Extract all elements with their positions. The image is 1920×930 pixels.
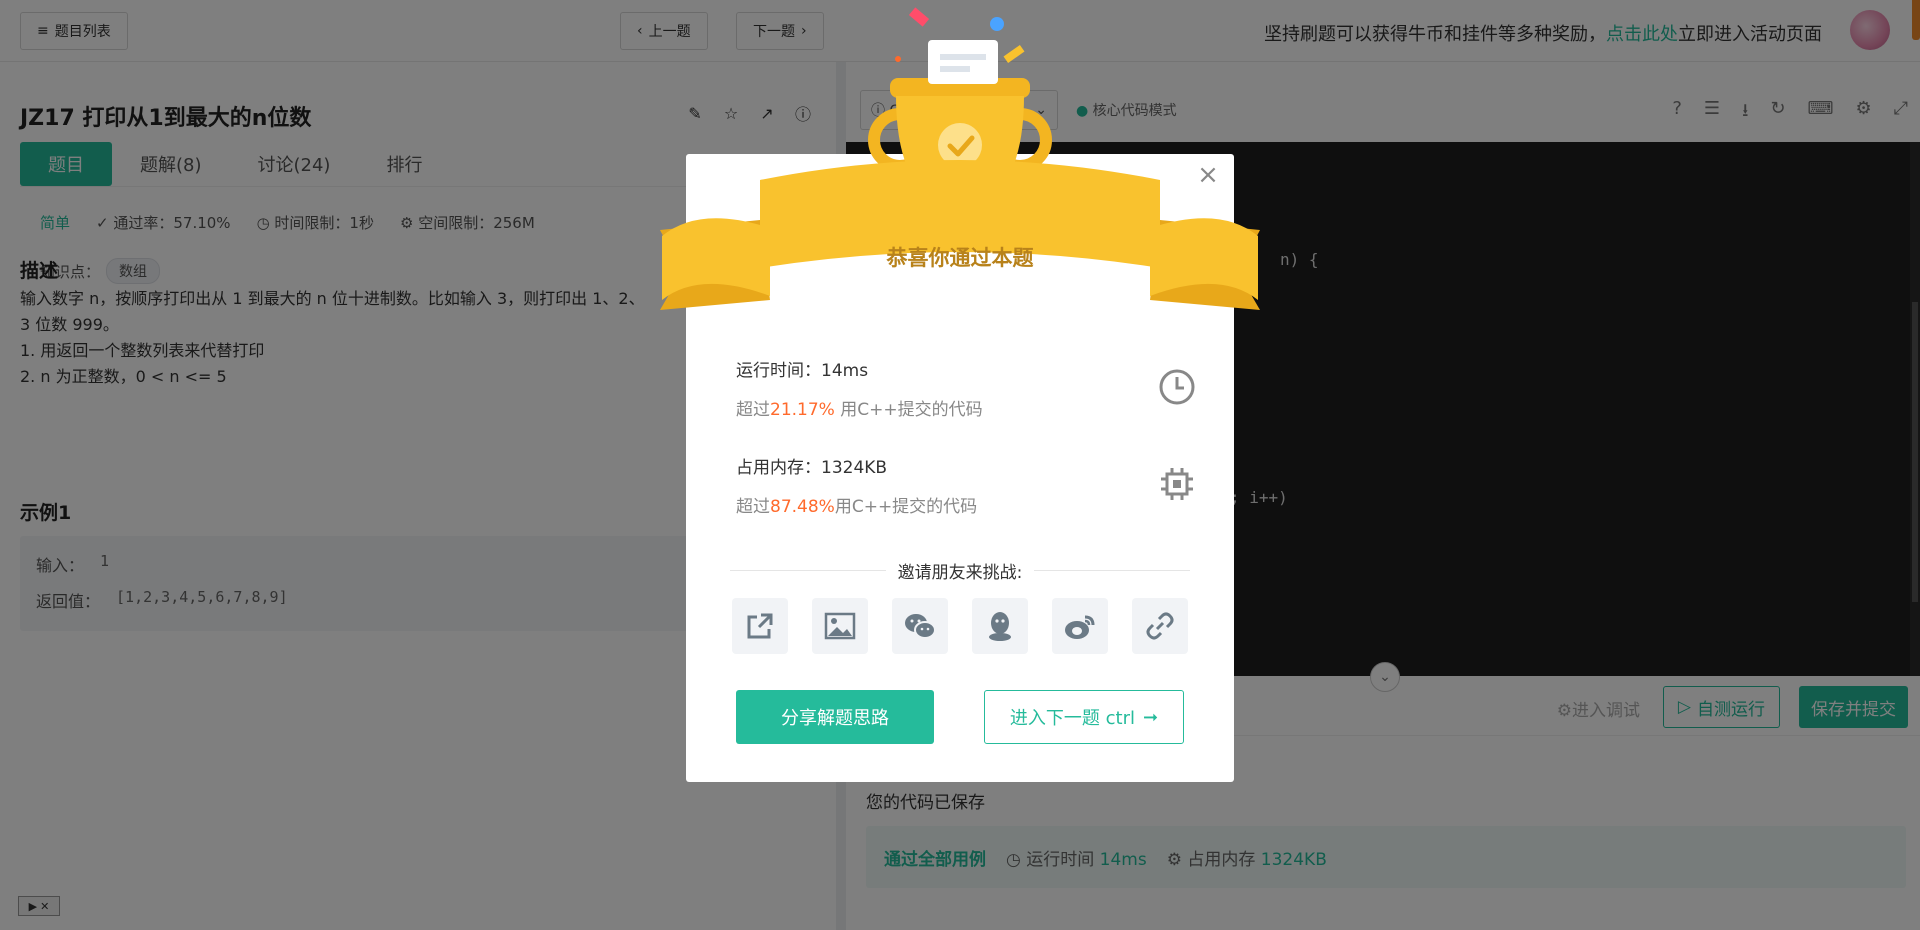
external-share-icon[interactable] [732, 598, 788, 654]
memory-pct: 87.48% [770, 497, 835, 517]
runtime-label: 运行时间：14ms [736, 361, 869, 381]
memory-label: 占用内存：1324KB [736, 458, 888, 478]
link-icon[interactable] [1132, 598, 1188, 654]
trophy-ribbon-illustration [660, 7, 1260, 310]
next-problem-label: 进入下一题 ctrl [1009, 708, 1135, 729]
share-row [732, 598, 1188, 654]
clock-icon [1159, 369, 1195, 405]
paper [928, 40, 998, 84]
runtime-compare: 超过21.17% 用C++提交的代码 [736, 395, 1196, 420]
runtime-prefix: 超过 [736, 400, 770, 420]
next-problem-modal-button[interactable]: 进入下一题 ctrl ➞ [984, 690, 1184, 744]
runtime-suffix: 用C++提交的代码 [834, 400, 983, 420]
invite-section: 邀请朋友来挑战: [730, 558, 1191, 583]
arrow-right-icon: ➞ [1142, 706, 1159, 728]
wechat-icon[interactable] [892, 598, 948, 654]
runtime-stat: 运行时间：14ms 超过21.17% 用C++提交的代码 [736, 356, 1196, 420]
memory-stat: 占用内存：1324KB 超过87.48%用C++提交的代码 [736, 453, 1196, 517]
weibo-icon[interactable] [1052, 598, 1108, 654]
confetti [1003, 44, 1025, 64]
paper-line [940, 66, 970, 72]
qq-icon[interactable] [972, 598, 1028, 654]
share-solution-button[interactable]: 分享解题思路 [736, 690, 934, 744]
divider [730, 569, 886, 571]
chip-icon [1161, 468, 1193, 500]
memory-compare: 超过87.48%用C++提交的代码 [736, 492, 1196, 517]
invite-label: 邀请朋友来挑战: [897, 562, 1023, 583]
memory-prefix: 超过 [736, 497, 770, 517]
close-icon[interactable]: × [1196, 162, 1220, 188]
confetti [908, 7, 930, 27]
paper-line [940, 54, 986, 60]
runtime-pct: 21.17% [770, 400, 835, 420]
confetti [895, 56, 901, 62]
congrats-title: 恭喜你通过本题 [886, 246, 1034, 270]
confetti [990, 17, 1004, 31]
memory-suffix: 用C++提交的代码 [834, 497, 978, 517]
image-icon[interactable] [812, 598, 868, 654]
divider [1034, 569, 1191, 571]
